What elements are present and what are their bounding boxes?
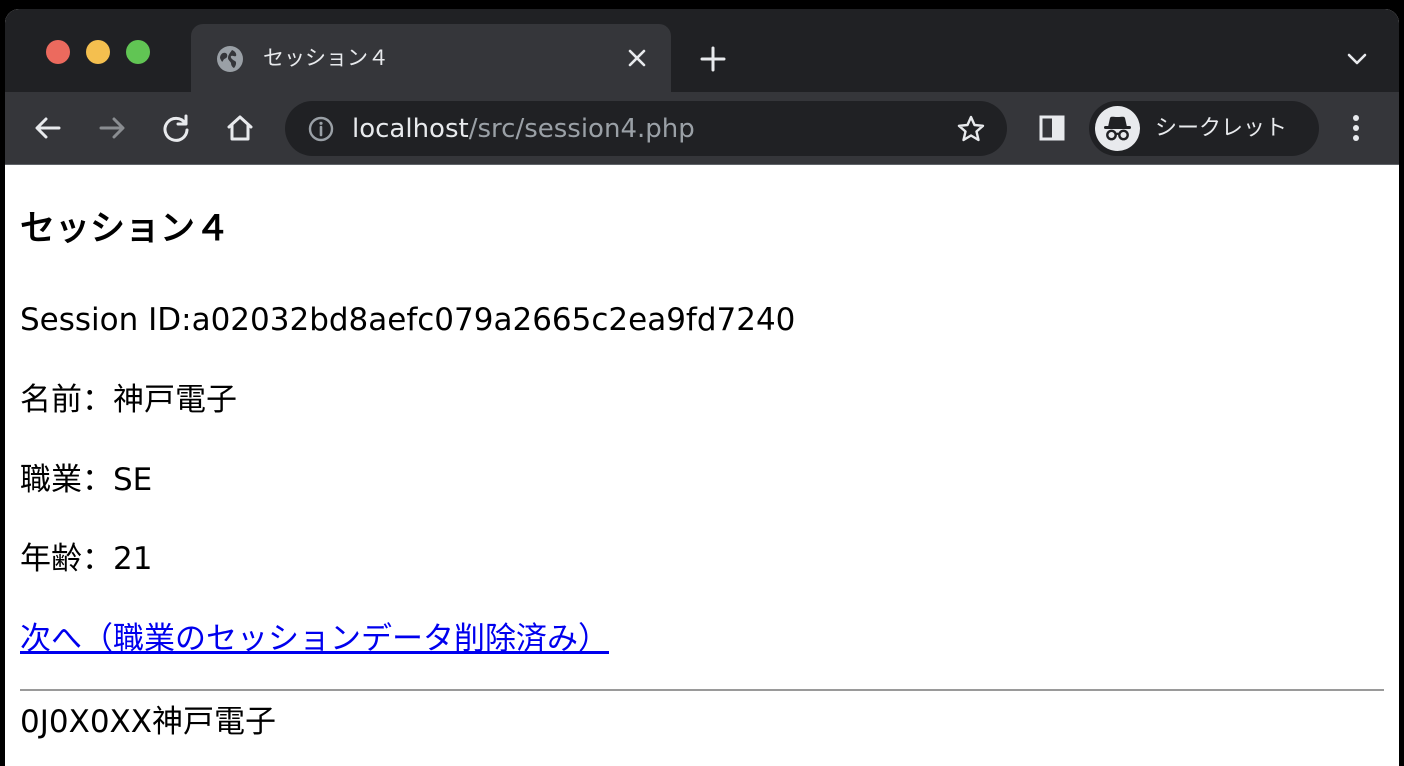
- incognito-label: シークレット: [1155, 116, 1288, 141]
- footer-text: 0J0X0XX神戸電子: [20, 704, 277, 740]
- age-text: 年齢：21: [20, 541, 153, 577]
- session-id-text: Session ID:a02032bd8aefc079a2665c2ea9fd7…: [20, 302, 796, 338]
- chevron-down-icon[interactable]: [1345, 49, 1369, 69]
- tab-title: セッション４: [263, 46, 389, 70]
- reload-icon[interactable]: [159, 111, 193, 145]
- url-text[interactable]: localhost/src/session4.php: [352, 113, 695, 145]
- back-arrow-icon[interactable]: [31, 111, 65, 145]
- bookmark-star-icon[interactable]: [955, 113, 987, 145]
- more-menu-icon[interactable]: [1341, 111, 1371, 145]
- info-icon[interactable]: [307, 115, 335, 143]
- incognito-icon: [1104, 116, 1131, 141]
- minimize-window-button[interactable]: [86, 40, 110, 64]
- address-bar[interactable]: localhost/src/session4.php: [285, 101, 1007, 156]
- home-icon[interactable]: [223, 111, 257, 145]
- url-host: localhost: [352, 114, 469, 144]
- side-panel-icon[interactable]: [1037, 113, 1067, 143]
- divider: [20, 689, 1384, 691]
- name-text: 名前：神戸電子: [20, 382, 237, 418]
- close-window-button[interactable]: [46, 40, 70, 64]
- next-link[interactable]: 次へ（職業のセッションデータ削除済み）: [20, 619, 609, 659]
- job-text: 職業：SE: [20, 462, 153, 498]
- browser-window: セッション４ localhost/src/session4.php シークレット…: [5, 9, 1399, 766]
- close-tab-icon[interactable]: [625, 46, 649, 70]
- incognito-avatar: [1095, 106, 1140, 151]
- page-content: セッション４ Session ID:a02032bd8aefc079a2665c…: [5, 165, 1399, 766]
- incognito-button[interactable]: シークレット: [1089, 101, 1319, 156]
- url-path: /src/session4.php: [468, 114, 695, 144]
- forward-arrow-icon[interactable]: [95, 111, 129, 145]
- active-tab[interactable]: セッション４: [191, 24, 671, 92]
- toolbar: localhost/src/session4.php シークレット: [5, 92, 1399, 165]
- new-tab-icon[interactable]: [697, 43, 729, 75]
- page-title: セッション４: [20, 209, 231, 249]
- tab-bar: セッション４: [5, 9, 1399, 92]
- maximize-window-button[interactable]: [126, 40, 150, 64]
- globe-icon: [217, 46, 243, 72]
